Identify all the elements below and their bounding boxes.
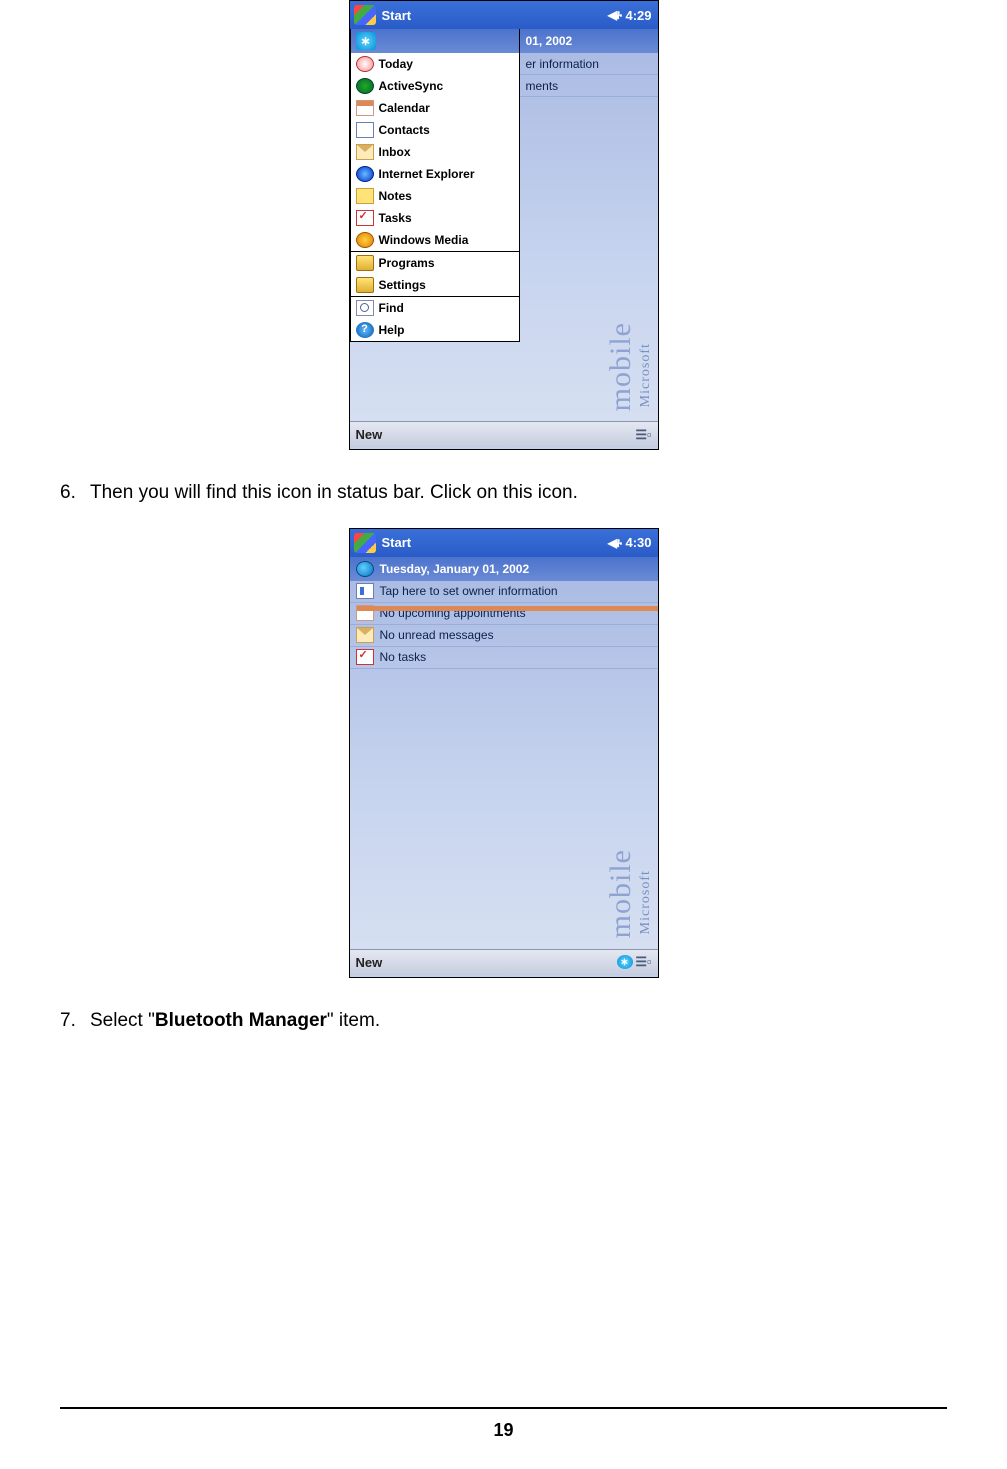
speaker-icon[interactable]: ◀᎙ bbox=[608, 535, 623, 551]
start-menu-header[interactable]: ∗ bbox=[351, 29, 519, 53]
ie-icon bbox=[356, 166, 374, 182]
appointments-row[interactable]: ments bbox=[520, 75, 658, 97]
menu-item-label: Settings bbox=[379, 278, 426, 292]
step-text: Select "Bluetooth Manager" item. bbox=[90, 1008, 380, 1034]
speaker-icon[interactable]: ◀᎙ bbox=[608, 7, 623, 23]
start-menu-item-activesync[interactable]: ActiveSync bbox=[351, 75, 519, 97]
start-menu-item-today[interactable]: Today bbox=[351, 53, 519, 75]
bottom-bar: New ☰▫ bbox=[350, 421, 658, 447]
sip-icon[interactable]: ☰▫ bbox=[636, 955, 652, 969]
menu-item-label: Find bbox=[379, 301, 404, 315]
title-text: Start bbox=[382, 8, 608, 23]
title-bar[interactable]: Start ◀᎙ 4:30 bbox=[350, 529, 658, 557]
new-button[interactable]: New bbox=[356, 427, 633, 442]
today-row-no-unread-messages[interactable]: No unread messages bbox=[350, 625, 658, 647]
title-text: Start bbox=[382, 535, 608, 550]
today-row-no-tasks[interactable]: No tasks bbox=[350, 647, 658, 669]
task-icon bbox=[356, 210, 374, 226]
start-menu-item-windows-media[interactable]: Windows Media bbox=[351, 229, 519, 251]
menu-item-label: ActiveSync bbox=[379, 79, 444, 93]
step-text: Then you will find this icon in status b… bbox=[90, 480, 578, 506]
start-menu-item-inbox[interactable]: Inbox bbox=[351, 141, 519, 163]
bold-term: Bluetooth Manager bbox=[155, 1010, 327, 1031]
windows-flag-icon bbox=[354, 533, 376, 553]
mail-icon bbox=[356, 144, 374, 160]
start-menu-item-programs[interactable]: Programs bbox=[351, 252, 519, 274]
clock-text: 4:29 bbox=[625, 8, 651, 23]
menu-item-label: Contacts bbox=[379, 123, 430, 137]
help-icon: ? bbox=[356, 322, 374, 338]
menu-item-label: Calendar bbox=[379, 101, 430, 115]
bottom-bar: New ∗ ☰▫ bbox=[350, 949, 658, 975]
start-menu: ∗ Today ActiveSync Calendar Contacts Inbox In… bbox=[350, 29, 520, 342]
brand-text: mobileMicrosoft bbox=[604, 849, 654, 938]
start-menu-item-settings[interactable]: Settings bbox=[351, 274, 519, 296]
instruction-step-7: 7. Select "Bluetooth Manager" item. bbox=[60, 1008, 947, 1034]
title-bar[interactable]: Start ◀᎙ 4:29 bbox=[350, 1, 658, 29]
brand-text: mobileMicrosoft bbox=[604, 322, 654, 411]
page-number: 19 bbox=[0, 1420, 1007, 1441]
menu-item-label: Today bbox=[379, 57, 413, 71]
folder-icon bbox=[356, 277, 374, 293]
start-menu-item-calendar[interactable]: Calendar bbox=[351, 97, 519, 119]
today-row-label: No tasks bbox=[380, 650, 427, 664]
task-icon bbox=[356, 649, 374, 665]
start-menu-item-find[interactable]: Find bbox=[351, 297, 519, 319]
clock-text: 4:30 bbox=[625, 535, 651, 550]
step-number: 6. bbox=[60, 480, 90, 506]
menu-item-label: Help bbox=[379, 323, 405, 337]
bluetooth-icon: ∗ bbox=[356, 32, 376, 50]
step-number: 7. bbox=[60, 1008, 90, 1034]
start-menu-item-help[interactable]: ? Help bbox=[351, 319, 519, 341]
start-menu-item-contacts[interactable]: Contacts bbox=[351, 119, 519, 141]
menu-item-label: Windows Media bbox=[379, 233, 469, 247]
notes-icon bbox=[356, 188, 374, 204]
sync-icon bbox=[356, 78, 374, 94]
today-row-label: Tuesday, January 01, 2002 bbox=[380, 562, 530, 576]
start-menu-item-notes[interactable]: Notes bbox=[351, 185, 519, 207]
media-icon bbox=[356, 232, 374, 248]
mail-icon bbox=[356, 627, 374, 643]
today-row-label: No unread messages bbox=[380, 628, 494, 642]
owner-info-row[interactable]: er information bbox=[520, 53, 658, 75]
sip-icon[interactable]: ☰▫ bbox=[636, 428, 652, 442]
cal-icon bbox=[356, 100, 374, 116]
today-row-tap-here-to-set-owner-in[interactable]: Tap here to set owner information bbox=[350, 581, 658, 603]
footer-rule bbox=[60, 1407, 947, 1409]
globe-icon bbox=[356, 561, 374, 577]
owner-fragment: er information bbox=[526, 57, 599, 71]
menu-item-label: Internet Explorer bbox=[379, 167, 475, 181]
menu-item-label: Tasks bbox=[379, 211, 412, 225]
folder-icon bbox=[356, 255, 374, 271]
owner-icon bbox=[356, 583, 374, 599]
start-menu-item-internet-explorer[interactable]: Internet Explorer bbox=[351, 163, 519, 185]
today-row-no-upcoming-appointments[interactable]: No upcoming appointments bbox=[350, 603, 658, 625]
find-icon bbox=[356, 300, 374, 316]
date-fragment: 01, 2002 bbox=[526, 34, 573, 48]
instruction-step-6: 6. Then you will find this icon in statu… bbox=[60, 480, 947, 506]
appt-fragment: ments bbox=[526, 79, 559, 93]
today-date-row[interactable]: 01, 2002 bbox=[520, 29, 658, 53]
new-button[interactable]: New bbox=[356, 955, 614, 970]
start-menu-item-tasks[interactable]: Tasks bbox=[351, 207, 519, 229]
menu-item-label: Notes bbox=[379, 189, 412, 203]
windows-flag-icon bbox=[354, 5, 376, 25]
menu-item-label: Programs bbox=[379, 256, 435, 270]
bluetooth-tray-icon[interactable]: ∗ bbox=[617, 955, 633, 969]
today-row-tuesday-january-01-2002[interactable]: Tuesday, January 01, 2002 bbox=[350, 557, 658, 581]
menu-item-label: Inbox bbox=[379, 145, 411, 159]
pocketpc-screenshot-startmenu: Start ◀᎙ 4:29 01, 2002 er information me… bbox=[349, 0, 659, 450]
today-row-label: Tap here to set owner information bbox=[380, 584, 558, 598]
pocketpc-screenshot-today: Start ◀᎙ 4:30 Tuesday, January 01, 2002 T… bbox=[349, 528, 659, 978]
cal-icon bbox=[356, 605, 374, 621]
contacts-icon bbox=[356, 122, 374, 138]
home-icon bbox=[356, 56, 374, 72]
